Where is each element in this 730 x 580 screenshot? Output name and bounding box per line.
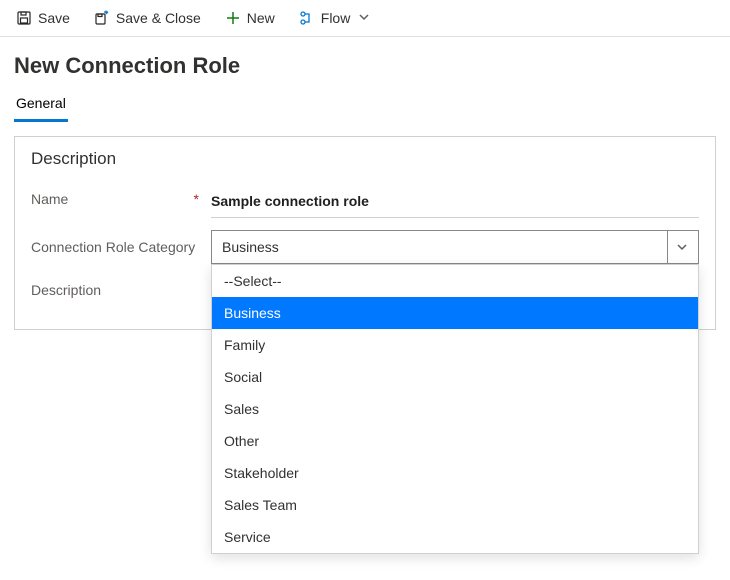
page-title: New Connection Role [0,37,730,89]
save-button[interactable]: Save [8,6,78,30]
category-option[interactable]: --Select-- [212,265,698,297]
category-field: Business --Select--BusinessFamilySocialS… [211,230,699,264]
category-option[interactable]: Social [212,361,698,393]
category-label: Connection Role Category [31,239,211,255]
flow-label: Flow [321,10,351,26]
name-row: Name * Sample connection role [15,179,715,224]
category-option[interactable]: Other [212,425,698,457]
save-label: Save [38,10,70,26]
save-close-label: Save & Close [116,10,201,26]
description-section: Description Name * Sample connection rol… [14,136,716,330]
category-label-text: Connection Role Category [31,239,195,255]
tabs: General [0,89,730,122]
command-bar: Save Save & Close New Flow [0,0,730,37]
category-option[interactable]: Family [212,329,698,361]
category-dropdown-trigger[interactable]: Business [211,230,699,264]
save-icon [16,10,32,26]
required-mark: * [194,191,199,207]
chevron-down-icon [358,10,370,26]
section-title: Description [15,137,715,179]
category-option[interactable]: Business [212,297,698,329]
new-label: New [247,10,275,26]
category-dropdown: Business --Select--BusinessFamilySocialS… [211,230,699,264]
description-label-text: Description [31,282,101,298]
category-option[interactable]: Stakeholder [212,457,698,489]
name-label-text: Name [31,191,68,207]
category-option[interactable]: Sales Team [212,489,698,521]
save-close-icon [94,10,110,26]
tab-general[interactable]: General [14,89,68,122]
new-button[interactable]: New [217,6,283,30]
name-field[interactable]: Sample connection role [211,185,699,218]
save-close-button[interactable]: Save & Close [86,6,209,30]
tab-general-label: General [16,95,66,111]
description-label: Description [31,276,211,298]
name-label: Name * [31,185,211,207]
name-value: Sample connection role [211,189,699,213]
category-dropdown-list: --Select--BusinessFamilySocialSalesOther… [211,264,699,554]
category-option[interactable]: Service [212,521,698,553]
flow-button[interactable]: Flow [291,6,379,30]
flow-icon [299,10,315,26]
category-row: Connection Role Category Business --Sele… [15,224,715,270]
category-selected-value: Business [222,239,279,255]
plus-icon [225,10,241,26]
chevron-down-icon [667,231,688,263]
category-option[interactable]: Sales [212,393,698,425]
